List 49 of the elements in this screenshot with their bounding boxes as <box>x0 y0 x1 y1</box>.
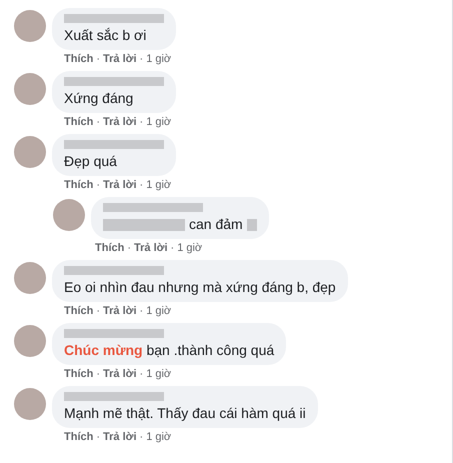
avatar-placeholder <box>14 73 46 105</box>
separator-dot: · <box>140 53 144 66</box>
comment-time: 1 giờ <box>146 116 172 129</box>
separator-dot: · <box>96 116 100 129</box>
like-link[interactable]: Thích <box>64 179 94 192</box>
avatar-placeholder <box>53 199 85 231</box>
avatar-placeholder <box>14 325 46 357</box>
separator-dot: · <box>140 116 144 129</box>
comment-time: 1 giờ <box>146 179 172 192</box>
comment-text: Mạnh mẽ thật. Thấy đau cái hàm quá ii <box>64 405 306 422</box>
separator-dot: · <box>140 179 144 192</box>
reply-link[interactable]: Trả lời <box>103 116 137 129</box>
separator-dot: · <box>140 368 144 381</box>
separator-dot: · <box>96 305 100 318</box>
like-link[interactable]: Thích <box>64 431 94 444</box>
comment-text: Xuất sắc b ơi <box>64 27 146 44</box>
reply-link[interactable]: Trả lời <box>103 431 137 444</box>
like-link[interactable]: Thích <box>64 53 94 66</box>
separator-dot: · <box>96 53 100 66</box>
comment-time: 1 giờ <box>146 53 172 66</box>
separator-dot: · <box>140 305 144 318</box>
comment-text: Đẹp quá <box>64 153 117 170</box>
separator-dot: · <box>96 431 100 444</box>
like-link[interactable]: Thích <box>95 242 124 255</box>
comment-text: can đảm <box>189 216 243 233</box>
comment-text: Xứng đáng <box>64 90 134 107</box>
comment-time: 1 giờ <box>146 368 172 381</box>
comment-text: Eo oi nhìn đau nhưng mà xứng đáng b, đẹp <box>64 279 336 296</box>
reply-link[interactable]: Trả lời <box>103 53 137 66</box>
comment-text: Chúc mừng bạn .thành công quá <box>64 342 274 359</box>
comment-time: 1 giờ <box>177 242 202 255</box>
like-link[interactable]: Thích <box>64 368 94 381</box>
separator-dot: · <box>140 431 144 444</box>
reply-link[interactable]: Trả lời <box>103 179 137 192</box>
avatar-placeholder <box>14 10 46 42</box>
avatar-placeholder <box>14 136 46 168</box>
comment-time: 1 giờ <box>146 431 172 444</box>
separator-dot: · <box>127 242 132 255</box>
comment-time: 1 giờ <box>146 305 172 318</box>
separator-dot: · <box>96 368 100 381</box>
avatar-placeholder <box>14 388 46 420</box>
like-link[interactable]: Thích <box>64 116 94 129</box>
separator-dot: · <box>170 242 174 255</box>
reply-link[interactable]: Trả lời <box>134 242 168 255</box>
reply-link[interactable]: Trả lời <box>103 305 137 318</box>
reply-link[interactable]: Trả lời <box>103 368 137 381</box>
avatar-placeholder <box>14 262 46 294</box>
separator-dot: · <box>96 179 100 192</box>
like-link[interactable]: Thích <box>64 305 94 318</box>
